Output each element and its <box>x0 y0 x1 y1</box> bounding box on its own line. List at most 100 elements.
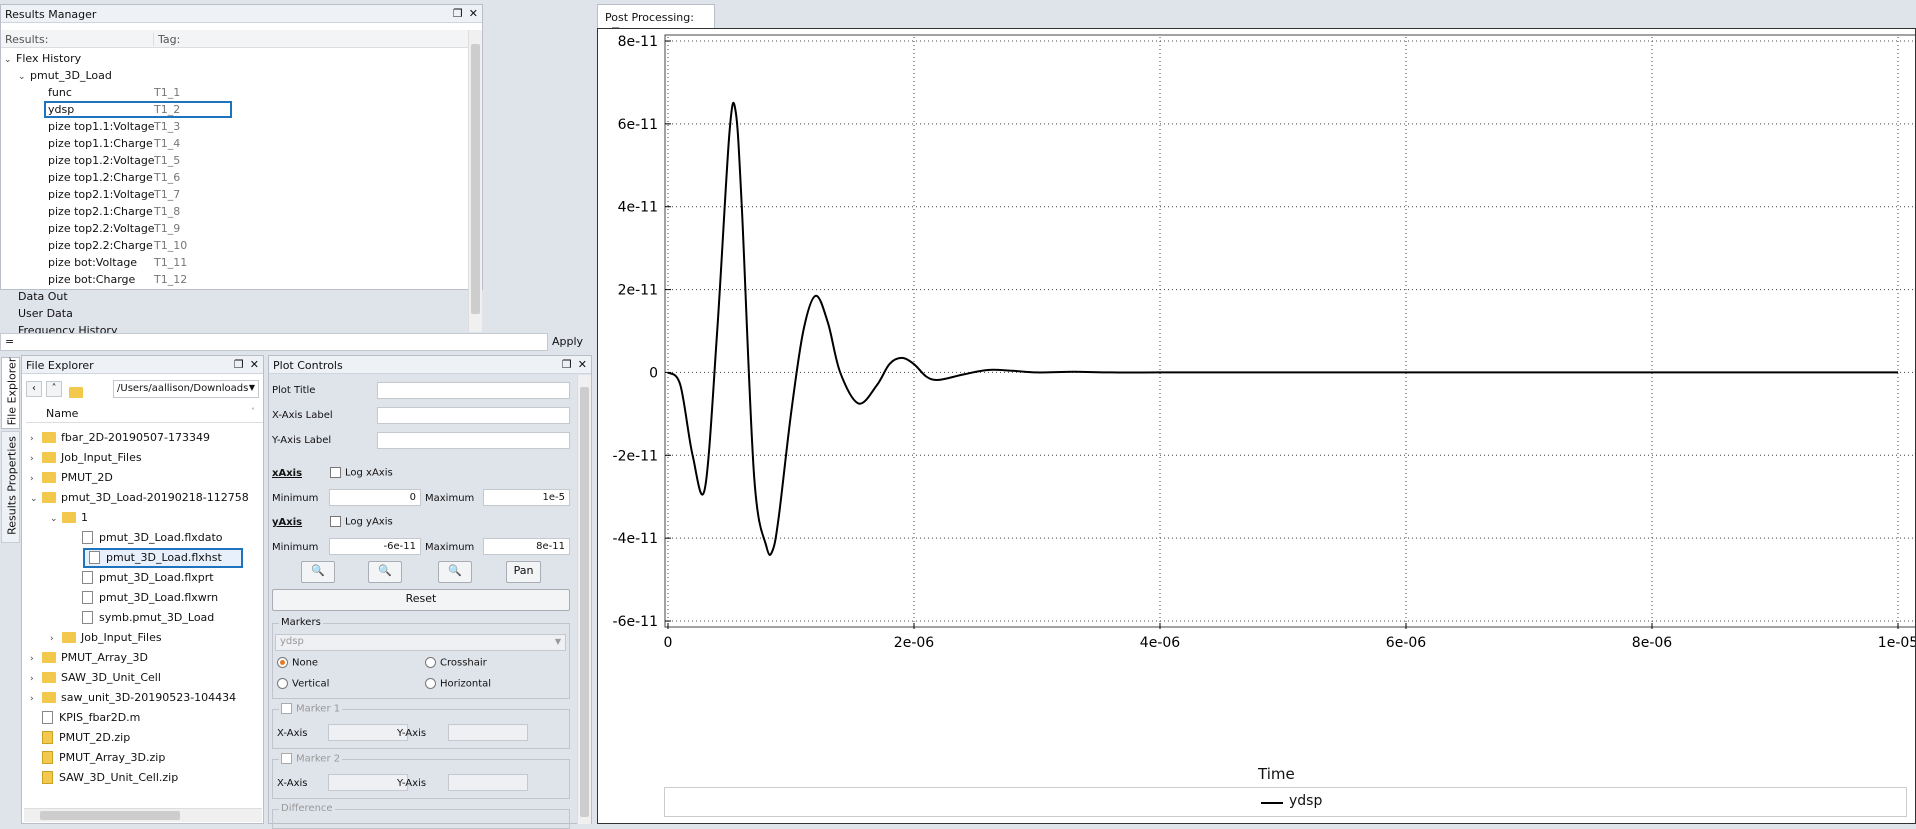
file-row[interactable]: pmut_3D_Load.flxwrn <box>26 588 263 608</box>
marker1-x-input[interactable] <box>328 724 408 741</box>
marker2-x-input[interactable] <box>328 774 408 791</box>
y-axis-label-input[interactable] <box>377 432 570 449</box>
file-row[interactable]: pmut_3D_Load.flxdato <box>26 528 263 548</box>
close-icon[interactable]: ✕ <box>578 358 587 371</box>
zoom-fit-button[interactable]: 🔍 <box>438 561 472 583</box>
up-icon[interactable]: ˄ <box>46 381 62 397</box>
file-row[interactable]: › saw_unit_3D-20190523-104434 <box>26 688 263 708</box>
filter-input[interactable]: = <box>0 333 548 351</box>
reset-button[interactable]: Reset <box>272 589 570 611</box>
results-scrollbar[interactable] <box>468 30 482 332</box>
result-item[interactable]: pize top2.2:ChargeT1_10 <box>1 237 470 254</box>
file-row[interactable]: symb.pmut_3D_Load <box>26 608 263 628</box>
marker-vertical-radio[interactable]: Vertical <box>277 678 329 690</box>
log-y-checkbox[interactable]: Log yAxis <box>330 516 393 528</box>
tree-item-flex-history[interactable]: ⌄ Flex History <box>1 50 470 67</box>
result-item[interactable]: pize top1.1:ChargeT1_4 <box>1 135 470 152</box>
file-row[interactable]: pmut_3D_Load.flxprt <box>26 568 263 588</box>
result-name: pize bot:Charge <box>48 273 136 286</box>
marker1-y-input[interactable] <box>448 724 528 741</box>
file-row[interactable]: › Job_Input_Files <box>26 448 263 468</box>
pan-button[interactable]: Pan <box>506 561 541 583</box>
result-item[interactable]: pize bot:Voltage T1_11 <box>1 254 470 271</box>
zoom-in-button[interactable]: 🔍 <box>301 561 335 583</box>
plot-controls-scrollbar[interactable] <box>577 375 591 824</box>
result-item[interactable]: pize top1.1:VoltageT1_3 <box>1 118 470 135</box>
path-dropdown[interactable]: /Users/aallison/Downloads ▼ <box>113 380 259 398</box>
result-name: func <box>48 86 72 99</box>
tag-column-header[interactable]: Tag: <box>153 33 180 46</box>
file-row[interactable]: SAW_3D_Unit_Cell.zip <box>26 768 263 788</box>
collapsed-icon[interactable]: › <box>30 649 42 669</box>
marker-horizontal-radio[interactable]: Horizontal <box>425 678 491 690</box>
apply-button[interactable]: Apply <box>550 332 585 352</box>
file-row[interactable]: ⌄ pmut_3D_Load-20190218-112758 <box>26 488 263 508</box>
x-minimum-input[interactable]: 0 <box>329 489 421 506</box>
post-processing-tab[interactable]: Post Processing: ⊠ <box>597 4 715 37</box>
result-item[interactable]: pize top1.2:ChargeT1_6 <box>1 169 470 186</box>
results-column-header[interactable]: Results: <box>5 33 48 46</box>
result-item[interactable]: ydsp T1_2 <box>44 101 232 118</box>
expanded-icon[interactable]: ⌄ <box>50 509 62 529</box>
float-icon[interactable]: ❐ <box>562 358 572 371</box>
result-tag: T1_3 <box>154 120 181 133</box>
collapsed-icon[interactable]: › <box>50 629 62 649</box>
marker-crosshair-radio[interactable]: Crosshair <box>425 657 487 669</box>
file-row[interactable]: › fbar_2D-20190507-173349 <box>26 428 263 448</box>
ydsp-chart[interactable]: 8e-11 6e-11 4e-11 2e-11 0 -2e-11 -4e-11 -6e-11 0… <box>598 29 1915 823</box>
collapsed-icon[interactable]: › <box>30 429 42 449</box>
marker2-y-input[interactable] <box>448 774 528 791</box>
collapsed-icon[interactable]: › <box>30 689 42 709</box>
result-item[interactable]: pize top2.2:VoltageT1_9 <box>1 220 470 237</box>
collapsed-icon[interactable]: › <box>30 449 42 469</box>
y-minimum-input[interactable]: -6e-11 <box>329 538 421 555</box>
result-item[interactable]: func T1_1 <box>1 84 470 101</box>
marker-series-select[interactable]: ydsp ▼ <box>275 634 566 651</box>
tree-item-user-data[interactable]: User Data <box>1 305 470 322</box>
close-icon[interactable]: ✕ <box>469 7 478 20</box>
back-icon[interactable]: ‹ <box>26 381 42 397</box>
x-axis-label-input[interactable] <box>377 407 570 424</box>
file-row[interactable]: › Job_Input_Files <box>26 628 263 648</box>
collapsed-icon[interactable]: › <box>30 469 42 489</box>
close-icon[interactable]: ✕ <box>250 358 259 371</box>
plot-title-input[interactable] <box>377 382 570 399</box>
zoom-out-button[interactable]: 🔍 <box>368 561 402 583</box>
file-row[interactable]: › PMUT_Array_3D <box>26 648 263 668</box>
file-row[interactable]: KPIS_fbar2D.m <box>26 708 263 728</box>
tree-item-model[interactable]: ⌄ pmut_3D_Load <box>1 67 470 84</box>
name-column-header[interactable]: Name <box>46 407 78 420</box>
side-tab-results-properties[interactable]: Results Properties <box>1 431 20 543</box>
result-name: pize top2.2:Charge <box>48 239 153 252</box>
side-tab-file-explorer[interactable]: File Explorer <box>1 357 20 429</box>
float-icon[interactable]: ❐ <box>234 358 244 371</box>
result-item[interactable]: pize top1.2:VoltageT1_5 <box>1 152 470 169</box>
expanded-icon[interactable]: ⌄ <box>30 489 42 509</box>
y-tick-label: -2e-11 <box>613 448 658 464</box>
x-maximum-input[interactable]: 1e-5 <box>483 489 570 506</box>
file-row-label: 1 <box>81 511 88 524</box>
result-item[interactable]: pize bot:Charge T1_12 <box>1 271 470 288</box>
marker2-x-label: X-Axis <box>277 778 308 789</box>
collapsed-icon[interactable]: › <box>30 669 42 689</box>
marker-none-radio[interactable]: None <box>277 657 318 669</box>
result-name: pize bot:Voltage <box>48 256 138 269</box>
new-folder-icon[interactable] <box>69 386 83 398</box>
float-icon[interactable]: ❐ <box>453 7 463 20</box>
marker1-checkbox[interactable]: Marker 1 <box>279 703 343 715</box>
y-maximum-input[interactable]: 8e-11 <box>483 538 570 555</box>
file-row[interactable]: pmut_3D_Load.flxhst <box>83 548 243 568</box>
file-row[interactable]: ⌄ 1 <box>26 508 263 528</box>
marker2-checkbox[interactable]: Marker 2 <box>279 753 343 765</box>
log-x-checkbox[interactable]: Log xAxis <box>330 467 393 479</box>
result-item[interactable]: pize top2.1:ChargeT1_8 <box>1 203 470 220</box>
result-item[interactable]: pize top2.1:VoltageT1_7 <box>1 186 470 203</box>
file-icon <box>42 710 53 724</box>
tree-item-data-out[interactable]: Data Out <box>1 288 470 305</box>
file-row[interactable]: › SAW_3D_Unit_Cell <box>26 668 263 688</box>
file-hscrollbar[interactable] <box>24 808 262 822</box>
file-row[interactable]: PMUT_Array_3D.zip <box>26 748 263 768</box>
file-row[interactable]: PMUT_2D.zip <box>26 728 263 748</box>
post-processing-view: 8e-11 6e-11 4e-11 2e-11 0 -2e-11 -4e-11 -6e-11 0… <box>597 28 1916 824</box>
file-row[interactable]: › PMUT_2D <box>26 468 263 488</box>
